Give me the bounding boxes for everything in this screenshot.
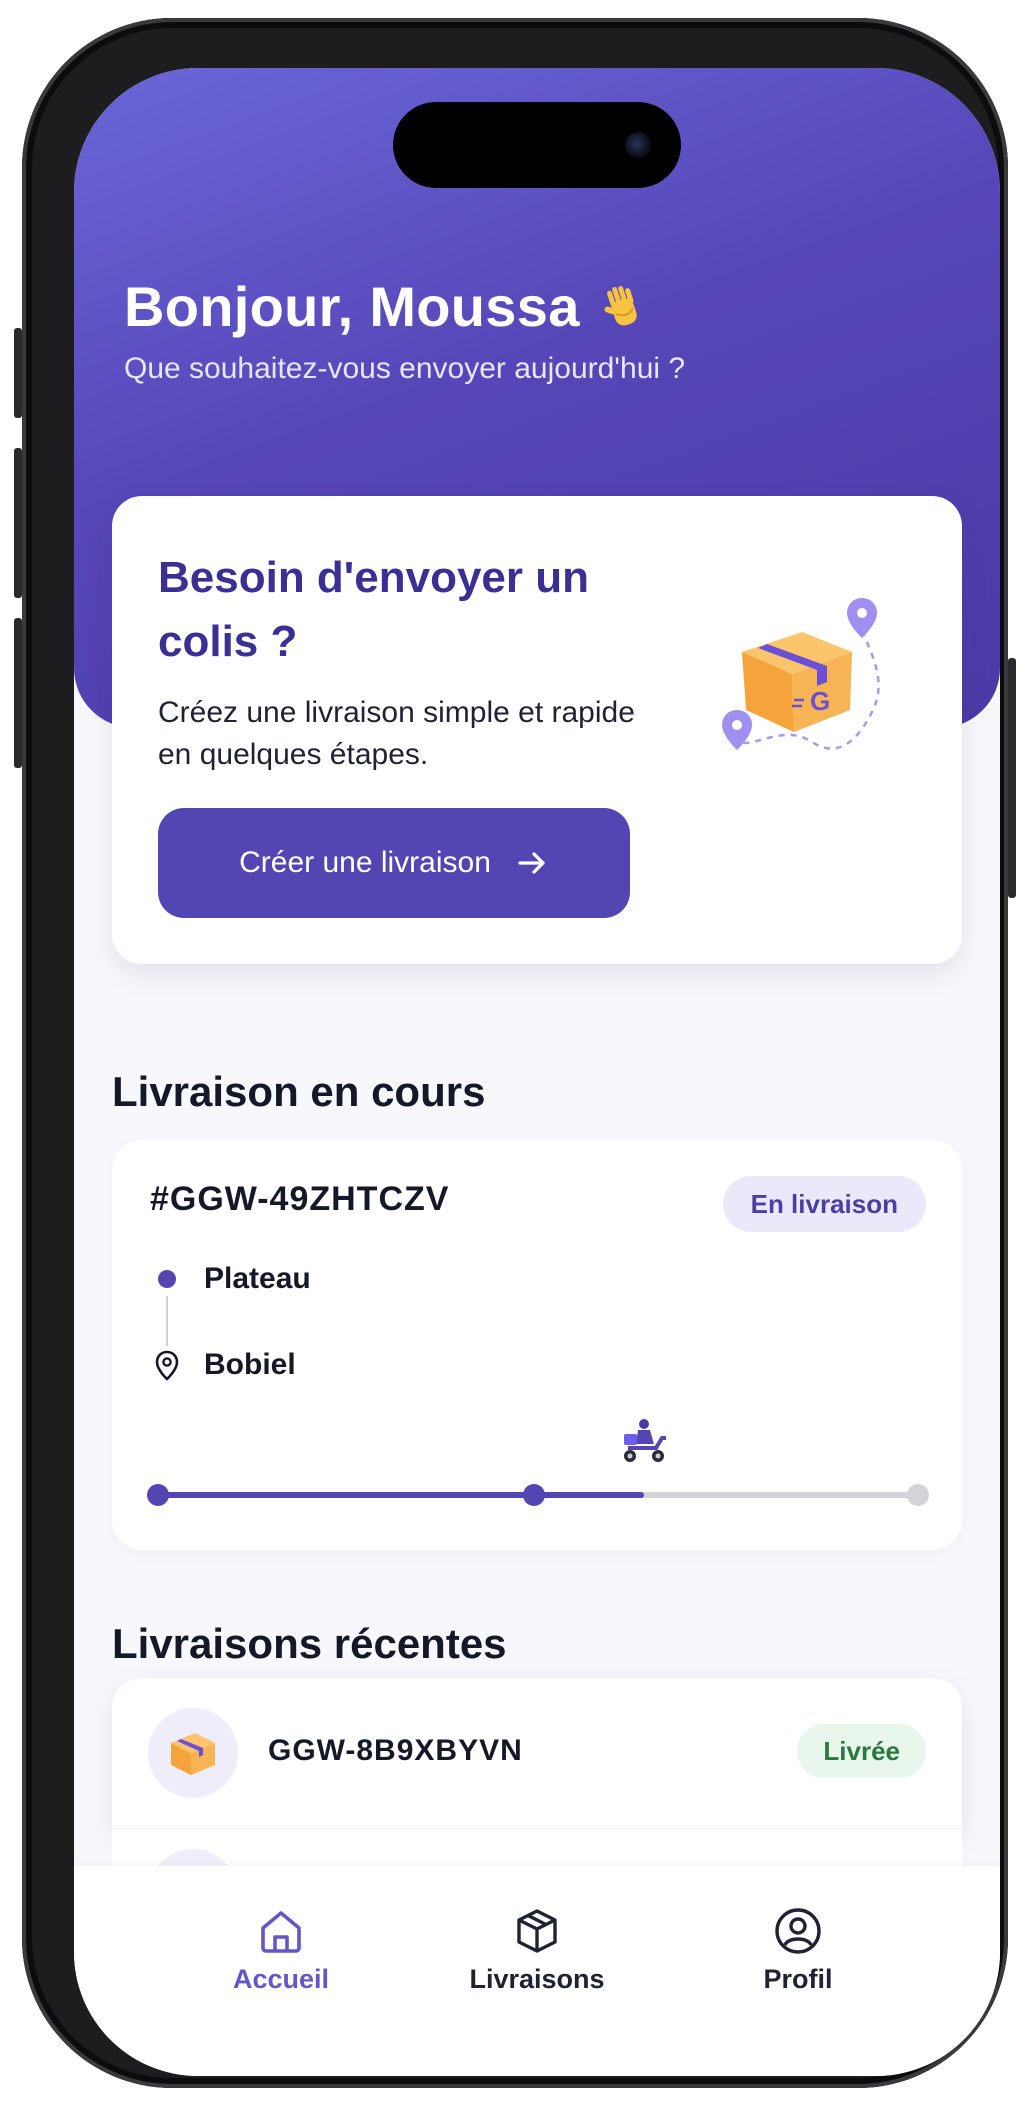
silent-switch [14,328,22,418]
location-pin-icon [155,1350,179,1381]
greeting-heading: Bonjour, Moussa [124,274,650,339]
nav-item-profile[interactable]: Profil [688,1906,908,1995]
progress-fill [158,1492,645,1498]
volume-down-button [14,618,22,768]
home-icon [261,1911,301,1953]
progress-start-dot [147,1484,169,1506]
origin-label: Plateau [204,1262,311,1295]
svg-text:G: G [810,686,830,716]
create-delivery-label: Créer une livraison [239,846,491,879]
recent-delivery-item[interactable]: GGW-8B9XBYVN Livrée [112,1678,962,1828]
destination-label: Bobiel [204,1348,296,1381]
status-badge: En livraison [722,1176,926,1232]
origin-dot-icon [158,1270,176,1288]
progress-mid-dot [523,1484,545,1506]
recent-deliveries-heading: Livraisons récentes [112,1620,507,1667]
delivered-badge: Livrée [797,1724,926,1778]
volume-up-button [14,448,22,598]
recent-tracking-code: GGW-8B9XBYVN [268,1734,523,1767]
parcel-avatar [148,1708,238,1798]
progress-end-dot [907,1484,929,1506]
nav-label-home: Accueil [232,1964,330,1994]
nav-item-deliveries[interactable]: Livraisons [427,1906,647,1995]
app-screen: Bonjour, Moussa Que souhaitez-vous envoy… [74,68,1000,2076]
arrow-right-icon [518,852,545,874]
promo-card: Besoin d'envoyer un colis ? Créez une li… [112,496,962,964]
promo-description: Créez une livraison simple et rapide en … [158,696,635,771]
parcel-icon [171,1733,215,1775]
create-delivery-button[interactable]: Créer une livraison [158,808,630,918]
nav-item-home[interactable]: Accueil [171,1906,391,1995]
nav-label-deliveries: Livraisons [469,1964,605,1994]
package-icon [517,1909,557,1953]
dynamic-island [393,102,681,188]
profile-icon [775,1908,821,1954]
power-button [1008,658,1016,898]
phone-frame: Bonjour, Moussa Que souhaitez-vous envoy… [14,18,1016,2088]
current-delivery-card[interactable]: #GGW-49ZHTCZV En livraison Plateau Bobie… [112,1140,962,1550]
parcel-illustration: G [722,598,880,750]
promo-title: Besoin d'envoyer un colis ? [158,553,589,666]
current-delivery-heading: Livraison en cours [112,1068,486,1115]
greeting-subtitle: Que souhaitez-vous envoyer aujourd'hui ? [124,352,686,385]
waving-hand-icon [604,285,637,325]
route-connector [166,1296,168,1346]
greeting-text: Bonjour, Moussa [124,275,580,338]
tracking-code: #GGW-49ZHTCZV [150,1180,450,1218]
nav-label-profile: Profil [763,1964,833,1994]
courier-scooter-icon [624,1419,667,1462]
camera-icon [625,132,651,158]
bottom-navigation: Accueil Livraisons Profil [74,1866,1000,2076]
